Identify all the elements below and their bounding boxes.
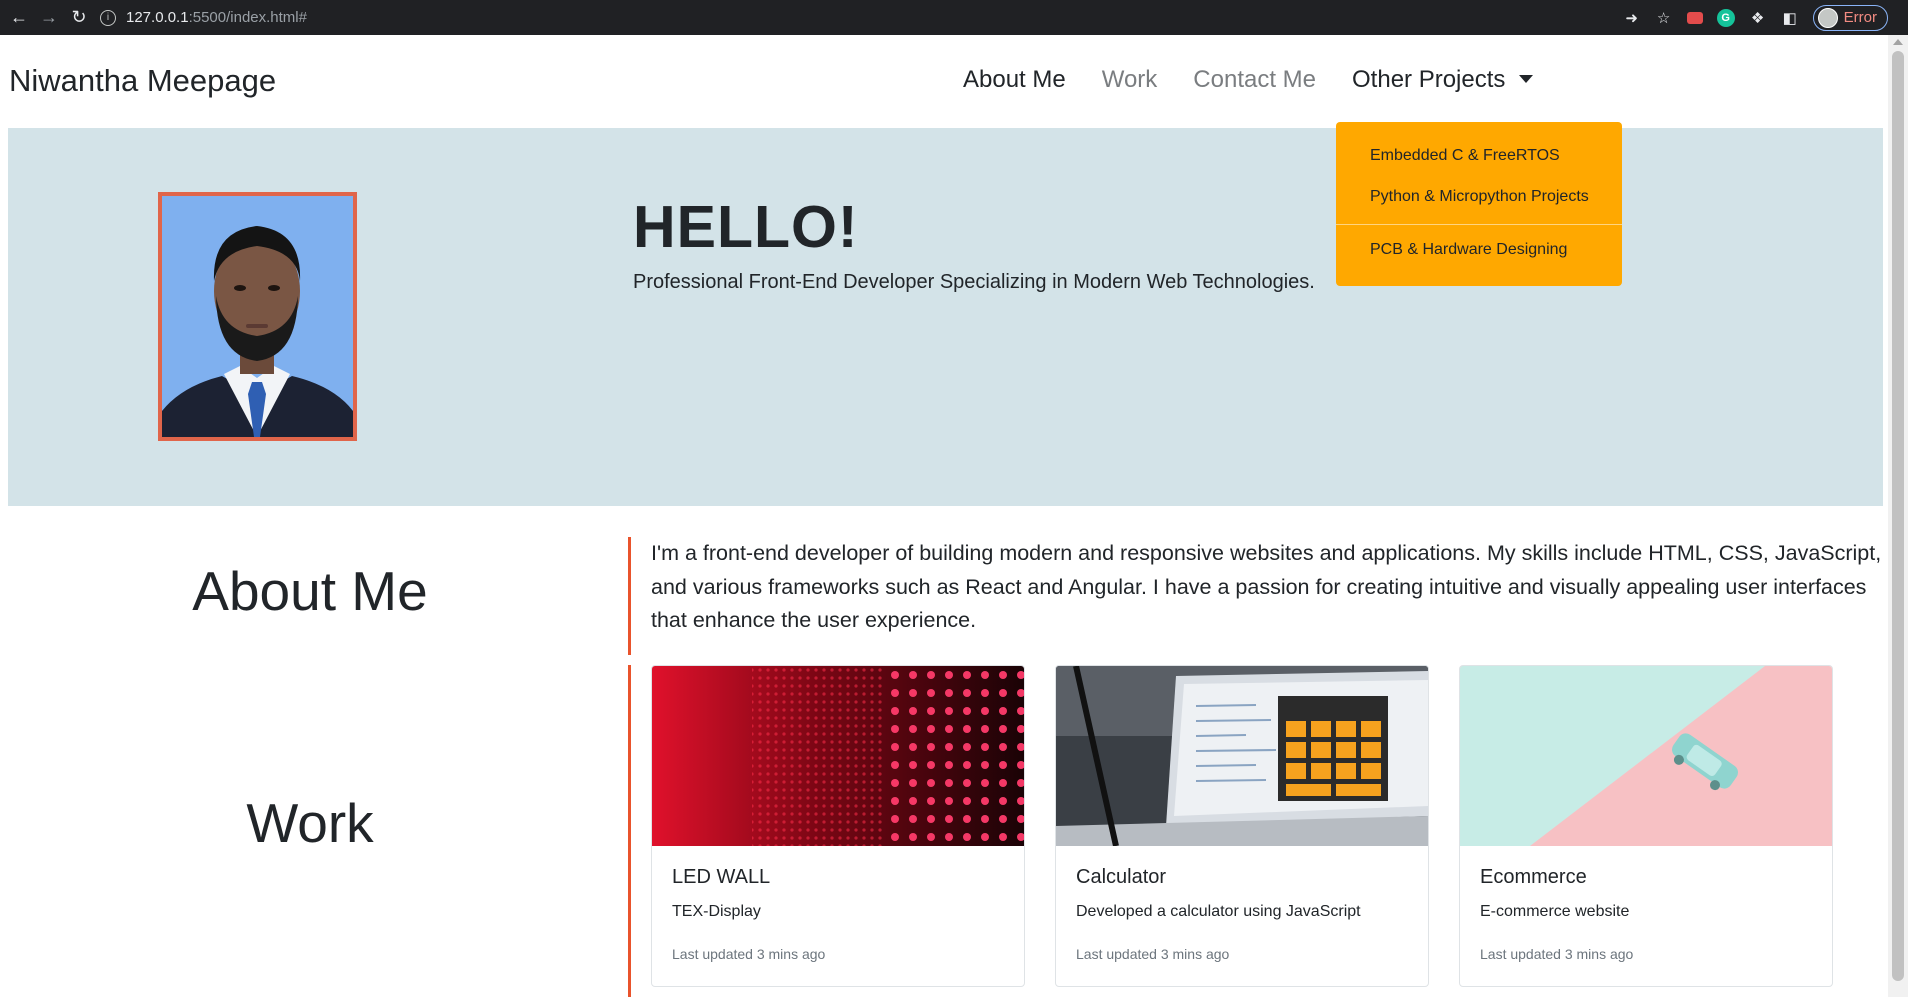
dropdown-item-embedded[interactable]: Embedded C & FreeRTOS [1370, 147, 1560, 165]
profile-status-label: Error [1843, 9, 1877, 26]
side-panel-icon[interactable]: ◧ [1781, 9, 1799, 27]
work-accent-line [628, 665, 631, 997]
page-scrollbar[interactable] [1888, 35, 1908, 997]
browser-toolbar: ← → ↻ i 127.0.0.1:5500/index.html# ➜ ☆ G… [0, 0, 1908, 35]
forward-icon[interactable]: → [38, 7, 60, 29]
card-updated: Last updated 3 mins ago [672, 946, 826, 962]
work-card-ecommerce[interactable]: Ecommerce E-commerce website Last update… [1459, 665, 1833, 987]
extensions-puzzle-icon[interactable]: ❖ [1749, 9, 1767, 27]
card-updated: Last updated 3 mins ago [1076, 946, 1230, 962]
hero-heading: HELLO! [633, 194, 859, 260]
caret-down-icon [1519, 74, 1534, 83]
reload-icon[interactable]: ↻ [68, 7, 90, 29]
card-text: Developed a calculator using JavaScript [1076, 903, 1361, 920]
dropdown-divider [1336, 224, 1622, 225]
card-updated: Last updated 3 mins ago [1480, 946, 1634, 962]
card-image-led-wall [652, 666, 1024, 846]
main-nav: About Me Work Contact Me Other Projects [963, 66, 1534, 94]
work-card-led-wall[interactable]: LED WALL TEX-Display Last updated 3 mins… [651, 665, 1025, 987]
work-card-calculator[interactable]: Calculator Developed a calculator using … [1055, 665, 1429, 987]
nav-link-about[interactable]: About Me [963, 66, 1066, 94]
about-text: I'm a front-end developer of building mo… [651, 541, 1882, 632]
url-host: 127.0.0.1 [126, 9, 189, 26]
address-bar[interactable]: i 127.0.0.1:5500/index.html# [100, 4, 1510, 31]
site-brand[interactable]: Niwantha Meepage [9, 63, 276, 99]
work-title: Work [246, 792, 374, 854]
portrait-image [162, 196, 353, 437]
dropdown-item-python[interactable]: Python & Micropython Projects [1370, 188, 1589, 206]
card-title: LED WALL [672, 866, 771, 888]
card-text: E-commerce website [1480, 903, 1630, 920]
other-projects-dropdown: Embedded C & FreeRTOS Python & Micropyth… [1336, 122, 1622, 286]
card-title: Calculator [1076, 866, 1167, 888]
nav-link-work[interactable]: Work [1102, 66, 1158, 94]
nav-dropdown-other-projects[interactable]: Other Projects [1352, 66, 1534, 94]
nav-link-contact[interactable]: Contact Me [1193, 66, 1316, 94]
nav-dropdown-label: Other Projects [1352, 66, 1506, 93]
profile-button[interactable]: Error [1812, 4, 1888, 31]
card-image-calculator [1056, 666, 1428, 846]
bookmark-star-icon[interactable]: ☆ [1655, 9, 1673, 27]
site-info-icon[interactable]: i [100, 9, 116, 26]
profile-photo [158, 192, 357, 441]
record-extension-icon[interactable] [1686, 11, 1703, 24]
grammarly-extension-icon[interactable]: G [1716, 8, 1735, 27]
share-icon[interactable]: ➜ [1623, 9, 1641, 27]
avatar [1817, 7, 1838, 28]
dropdown-item-pcb[interactable]: PCB & Hardware Designing [1370, 241, 1567, 259]
scrollbar-thumb[interactable] [1892, 51, 1904, 981]
hero-subheading: Professional Front-End Developer Special… [633, 271, 1315, 293]
about-title: About Me [192, 560, 428, 622]
scroll-up-icon[interactable] [1893, 39, 1903, 45]
card-title: Ecommerce [1480, 866, 1587, 888]
back-icon[interactable]: ← [8, 7, 30, 29]
card-image-ecommerce [1460, 666, 1832, 846]
card-text: TEX-Display [672, 903, 761, 920]
url-path: :5500/index.html# [188, 9, 307, 26]
about-accent-line [628, 537, 631, 655]
